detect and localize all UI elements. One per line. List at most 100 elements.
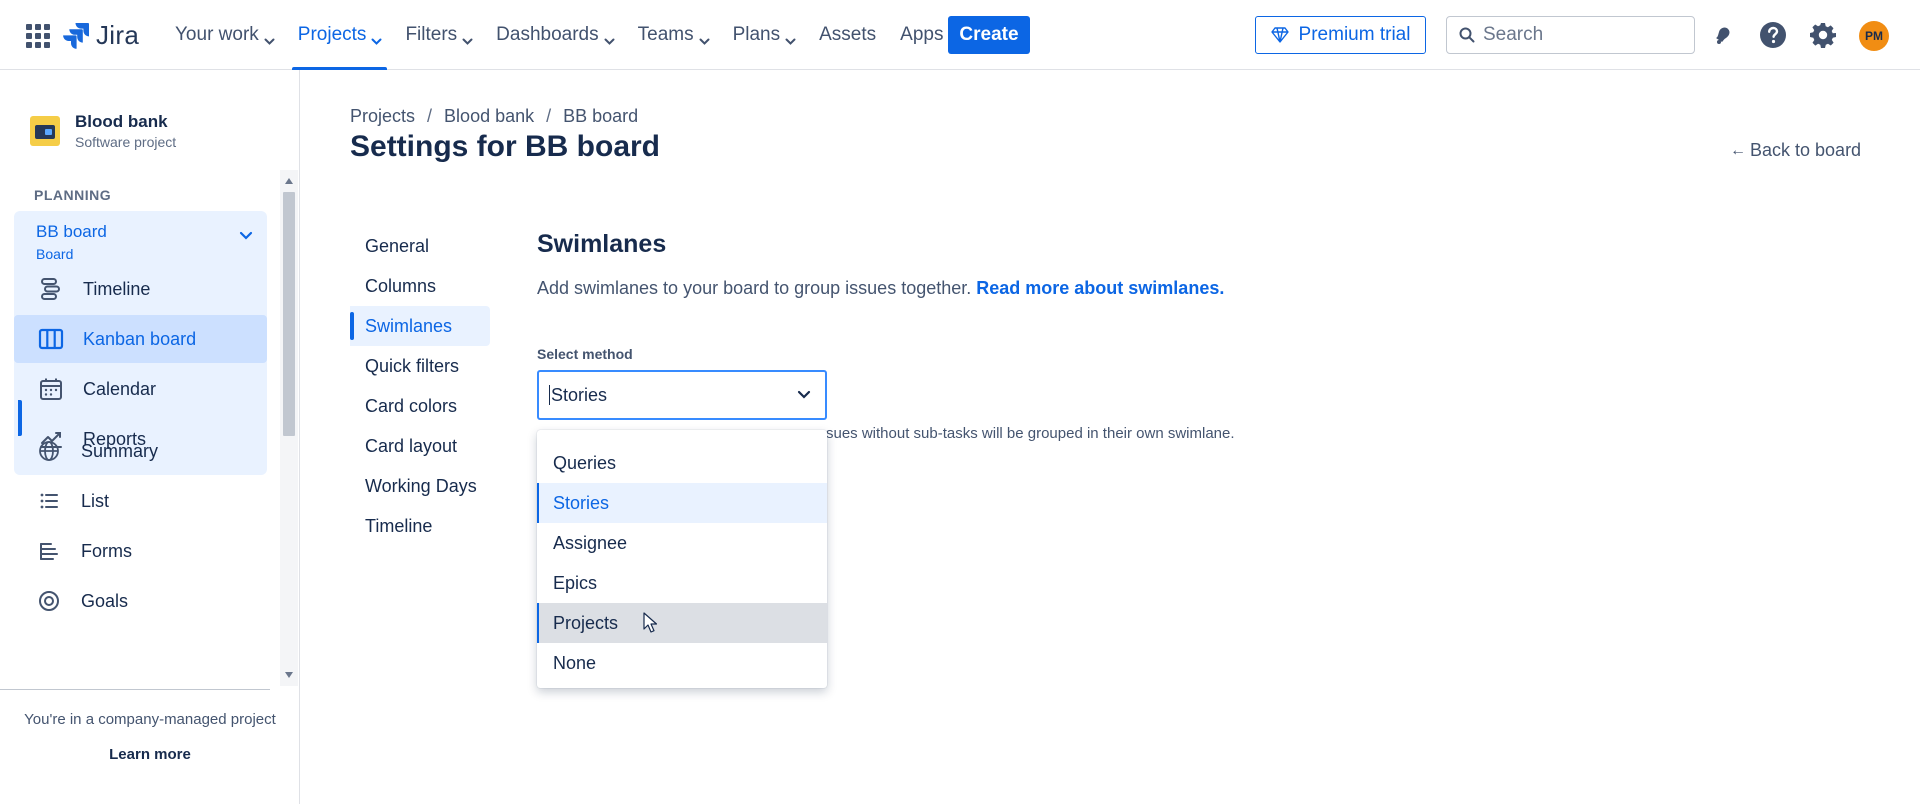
nav-label: Your work	[175, 24, 259, 45]
option-stories[interactable]: Stories	[537, 483, 827, 523]
premium-trial-label: Premium trial	[1298, 24, 1411, 45]
swimlane-method-select[interactable]: Stories	[537, 370, 827, 420]
project-header[interactable]: Blood bank Software project	[30, 112, 176, 150]
back-to-board-link[interactable]: ← Back to board	[1730, 140, 1861, 161]
sidebar-item-label: Summary	[81, 440, 159, 461]
scroll-down-arrow-icon[interactable]	[285, 672, 293, 678]
search-input[interactable]	[1483, 24, 1683, 46]
settings-nav-card-layout[interactable]: Card layout	[350, 426, 490, 466]
jira-logo[interactable]: Jira	[62, 18, 139, 52]
sidebar-item-list[interactable]: List	[14, 479, 267, 523]
nav-projects[interactable]: Projects	[286, 0, 394, 70]
company-managed-note: You're in a company-managed project	[24, 711, 276, 728]
settings-nav-working-days[interactable]: Working Days	[350, 466, 490, 506]
chevron-down-icon	[264, 30, 275, 45]
nav-teams[interactable]: Teams	[626, 0, 721, 70]
nav-plans[interactable]: Plans	[721, 0, 808, 70]
nav-your-work[interactable]: Your work	[163, 0, 286, 70]
jira-logo-text: Jira	[96, 19, 140, 50]
forms-icon	[36, 538, 62, 564]
primary-nav: Your work Projects Filters Dashboards Teams P…	[163, 0, 970, 70]
sidebar-item-calendar[interactable]: Calendar	[14, 365, 267, 413]
read-more-link[interactable]: Read more about swimlanes	[976, 278, 1219, 298]
sidebar-item-label: Forms	[81, 540, 132, 561]
settings-nav: General Columns Swimlanes Quick filters Card…	[350, 226, 490, 546]
search-icon	[1459, 27, 1475, 43]
chevron-down-icon	[462, 30, 473, 45]
chevron-down-icon	[785, 30, 796, 45]
create-button[interactable]: Create	[948, 16, 1030, 54]
breadcrumb-projects[interactable]: Projects	[350, 106, 415, 127]
diamond-icon	[1270, 27, 1289, 43]
sidebar-item-label: Kanban board	[83, 328, 197, 349]
breadcrumb-separator: /	[546, 106, 552, 126]
nav-label: Dashboards	[496, 24, 599, 45]
sidebar-item-label: List	[81, 490, 110, 511]
project-type: Software project	[75, 134, 177, 150]
kanban-board-icon	[38, 326, 64, 352]
timeline-icon	[38, 276, 64, 302]
selected-value: Stories	[549, 385, 608, 405]
breadcrumb: Projects / Blood bank / BB board	[350, 106, 638, 127]
help-icon[interactable]	[1758, 20, 1788, 50]
nav-dashboards[interactable]: Dashboards	[484, 0, 625, 70]
sidebar-item-goals[interactable]: Goals	[14, 579, 267, 623]
project-avatar-icon	[30, 116, 60, 146]
nav-label: Apps	[900, 24, 944, 45]
settings-gear-icon[interactable]	[1808, 20, 1838, 50]
nav-assets[interactable]: Assets	[807, 0, 888, 70]
method-dropdown-menu: Queries Stories Assignee Epics Projects None	[537, 430, 827, 688]
chevron-down-icon	[699, 30, 710, 45]
help-text: sues without sub-tasks will be grouped i…	[826, 425, 1235, 442]
list-icon	[36, 488, 62, 514]
breadcrumb-separator: /	[427, 106, 433, 126]
project-name: Blood bank	[75, 112, 168, 131]
sidebar-item-label: Timeline	[83, 278, 151, 299]
project-sidebar: Blood bank Software project PLANNING BB …	[0, 70, 300, 804]
option-projects[interactable]: Projects	[537, 603, 827, 643]
sidebar-item-label: Goals	[81, 590, 129, 611]
nav-label: Plans	[732, 24, 781, 45]
nav-label: Projects	[297, 24, 367, 45]
settings-nav-card-colors[interactable]: Card colors	[350, 386, 490, 426]
nav-label: Assets	[819, 24, 877, 45]
breadcrumb-board[interactable]: BB board	[563, 106, 638, 127]
premium-trial-button[interactable]: Premium trial	[1255, 16, 1426, 54]
calendar-icon	[38, 376, 64, 402]
learn-more-link[interactable]: Learn more	[0, 746, 300, 763]
board-subtitle: Board	[36, 246, 74, 262]
settings-nav-timeline[interactable]: Timeline	[350, 506, 490, 546]
sidebar-item-timeline[interactable]: Timeline	[14, 265, 267, 313]
chevron-down-icon[interactable]	[239, 231, 253, 241]
board-selector[interactable]: BB board Board	[14, 211, 267, 265]
search-box[interactable]	[1446, 16, 1695, 54]
goals-icon	[36, 588, 62, 614]
section-description: Add swimlanes to your board to group iss…	[537, 278, 1224, 299]
breadcrumb-project[interactable]: Blood bank	[444, 106, 534, 127]
sidebar-item-kanban-board[interactable]: Kanban board	[14, 315, 267, 363]
mouse-pointer-icon	[643, 612, 657, 633]
settings-nav-general[interactable]: General	[350, 226, 490, 266]
app-switcher-icon[interactable]	[26, 24, 50, 48]
scroll-up-arrow-icon[interactable]	[285, 178, 293, 184]
globe-icon	[36, 438, 62, 464]
settings-nav-swimlanes[interactable]: Swimlanes	[350, 306, 490, 346]
notifications-icon[interactable]	[1708, 20, 1738, 50]
nav-filters[interactable]: Filters	[393, 0, 484, 70]
settings-nav-columns[interactable]: Columns	[350, 266, 490, 306]
sidebar-item-forms[interactable]: Forms	[14, 529, 267, 573]
scrollbar-thumb[interactable]	[283, 192, 295, 436]
chevron-down-icon	[797, 390, 811, 399]
option-assignee[interactable]: Assignee	[537, 523, 827, 563]
section-description-text: Add swimlanes to your board to group iss…	[537, 278, 972, 298]
back-to-board-label: Back to board	[1750, 140, 1862, 160]
user-avatar[interactable]: PM	[1859, 21, 1889, 51]
sidebar-scrollbar[interactable]	[280, 170, 298, 686]
option-queries[interactable]: Queries	[537, 443, 827, 483]
sidebar-item-summary[interactable]: Summary	[14, 429, 267, 473]
option-epics[interactable]: Epics	[537, 563, 827, 603]
option-none[interactable]: None	[537, 643, 827, 683]
settings-nav-quick-filters[interactable]: Quick filters	[350, 346, 490, 386]
sidebar-divider	[0, 689, 270, 690]
sidebar-item-label: Calendar	[83, 378, 157, 399]
